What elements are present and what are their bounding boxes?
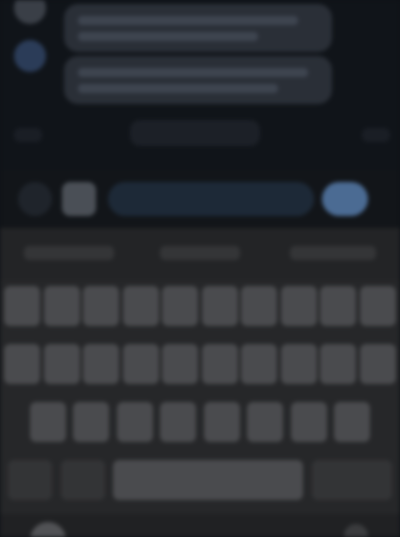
key[interactable] (4, 286, 40, 326)
message-text-line (78, 16, 298, 25)
message-input[interactable] (108, 182, 314, 216)
numbers-key[interactable] (8, 460, 52, 500)
key-row-2 (0, 344, 400, 384)
key-row-3 (0, 402, 400, 442)
suggestion-item[interactable] (160, 246, 240, 260)
chat-thread[interactable] (0, 0, 400, 170)
key-row-1 (0, 286, 400, 326)
key[interactable] (201, 344, 238, 384)
read-indicator (14, 128, 42, 142)
key[interactable] (83, 344, 120, 384)
plus-icon[interactable] (18, 182, 52, 216)
message-bubble[interactable] (64, 4, 332, 52)
key[interactable] (116, 402, 153, 442)
key[interactable] (320, 344, 357, 384)
key[interactable] (43, 344, 80, 384)
message-text-line (78, 68, 308, 77)
key[interactable] (203, 402, 240, 442)
key[interactable] (162, 286, 199, 326)
key[interactable] (320, 286, 357, 326)
key[interactable] (241, 286, 278, 326)
key[interactable] (83, 286, 120, 326)
message-bubble[interactable] (64, 56, 332, 104)
key[interactable] (333, 402, 370, 442)
return-key[interactable] (311, 460, 392, 500)
key[interactable] (73, 402, 110, 442)
space-key[interactable] (113, 460, 304, 500)
on-screen-keyboard (0, 228, 400, 537)
key[interactable] (160, 402, 197, 442)
message-text-line (78, 84, 278, 93)
suggestion-item[interactable] (24, 246, 114, 260)
key[interactable] (359, 286, 396, 326)
key[interactable] (30, 402, 66, 442)
key[interactable] (280, 286, 317, 326)
emoji-key[interactable] (60, 460, 105, 500)
key[interactable] (359, 344, 396, 384)
suggestion-bar (0, 228, 400, 280)
suggestion-item[interactable] (290, 246, 376, 260)
messaging-screen (0, 0, 400, 537)
key[interactable] (4, 344, 40, 384)
mic-icon[interactable] (344, 524, 368, 537)
send-icon[interactable] (322, 182, 368, 216)
key[interactable] (290, 402, 327, 442)
key-row-4 (0, 460, 400, 500)
keyboard-bottom-bar (0, 514, 400, 537)
key[interactable] (201, 286, 238, 326)
key[interactable] (280, 344, 317, 384)
key[interactable] (122, 344, 159, 384)
key[interactable] (162, 344, 199, 384)
key[interactable] (43, 286, 80, 326)
key[interactable] (241, 344, 278, 384)
photo-icon[interactable] (62, 182, 96, 216)
globe-icon[interactable] (30, 522, 66, 537)
key[interactable] (122, 286, 159, 326)
message-text-line (78, 32, 258, 41)
avatar (14, 40, 46, 72)
status-indicator (362, 128, 390, 142)
message-composer (0, 170, 400, 228)
avatar (14, 0, 46, 24)
key[interactable] (247, 402, 284, 442)
timestamp (130, 120, 260, 146)
